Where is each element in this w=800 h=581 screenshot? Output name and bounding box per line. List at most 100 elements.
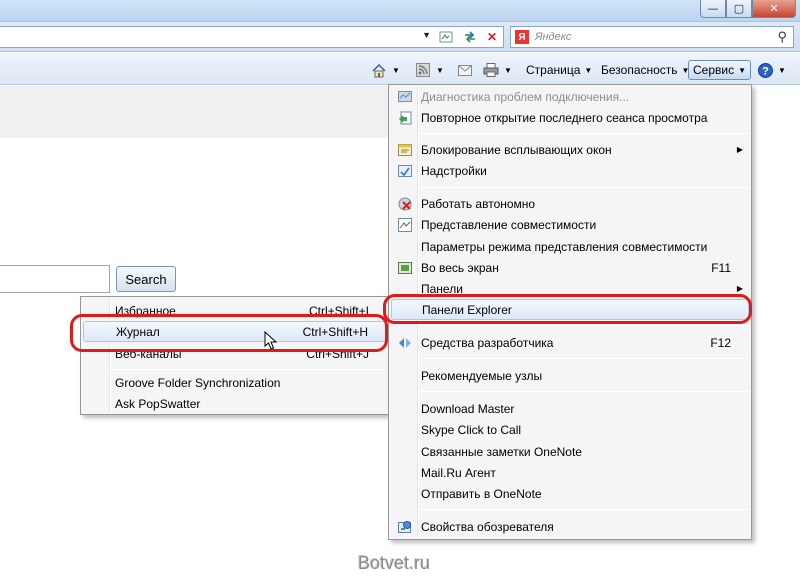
menu-item-compatibility-view[interactable]: Представление совместимости <box>391 214 749 235</box>
menu-item-reopen-session[interactable]: Повторное открытие последнего сеанса про… <box>391 107 749 128</box>
maximize-button[interactable]: ▢ <box>726 0 752 18</box>
home-button[interactable]: ▼ <box>370 60 400 80</box>
menu-item-label: Представление совместимости <box>421 217 597 232</box>
fullscreen-icon <box>397 260 413 276</box>
page-dropdown-icon: ▼ <box>584 65 593 75</box>
addons-icon <box>397 163 413 179</box>
command-bar: ▼ ▼ ▼ Страница ▼ Безопасность ▼ Сервис ▼ ? … <box>0 53 800 85</box>
menu-item-label: Отправить в OneNote <box>421 486 542 501</box>
compatibility-icon <box>397 217 413 233</box>
menu-item-work-offline[interactable]: Работать автономно <box>391 193 749 214</box>
menu-item-diagnostics: Диагностика проблем подключения... <box>391 86 749 107</box>
home-icon <box>370 62 388 78</box>
refresh-icon[interactable] <box>461 29 479 45</box>
print-button[interactable]: ▼ <box>482 60 512 80</box>
minimize-button[interactable]: — <box>700 0 726 18</box>
menu-separator <box>419 187 749 188</box>
help-button[interactable]: ? ▼ <box>756 60 786 80</box>
page-header-area <box>0 86 390 138</box>
menu-separator <box>419 509 749 510</box>
reopen-session-icon <box>397 110 413 126</box>
safety-menu-label: Безопасность <box>601 63 678 77</box>
menu-item-label: Рекомендуемые узлы <box>421 368 543 383</box>
menu-item-label: Диагностика проблем подключения... <box>421 89 630 104</box>
feeds-dropdown-icon[interactable]: ▼ <box>436 66 444 75</box>
mail-icon <box>456 62 474 78</box>
page-menu-button[interactable]: Страница ▼ <box>526 60 592 80</box>
help-dropdown-icon[interactable]: ▼ <box>778 66 786 75</box>
menu-separator <box>419 358 749 359</box>
menu-item-label: Параметры режима представления совместим… <box>421 239 708 254</box>
address-dropdown-icon[interactable]: ▼ <box>422 30 431 40</box>
menu-item-label: Skype Click to Call <box>421 422 522 437</box>
menu-item-label: Надстройки <box>421 163 487 178</box>
search-placeholder: Яндекс <box>535 31 572 43</box>
print-icon <box>482 62 500 78</box>
menu-item-label: Связанные заметки OneNote <box>421 444 582 459</box>
menu-item-mailru-agent[interactable]: Mail.Ru Агент <box>391 462 749 483</box>
highlight-oval-history <box>70 314 388 352</box>
menu-item-developer-tools[interactable]: Средства разработчика F12 <box>391 332 749 353</box>
popup-blocker-icon <box>397 142 413 158</box>
search-icon[interactable]: ⚲ <box>777 29 787 45</box>
menu-item-onenote-linked-notes[interactable]: Связанные заметки OneNote <box>391 441 749 462</box>
menu-item-label: Свойства обозревателя <box>421 519 554 534</box>
menu-item-label: Во весь экран <box>421 260 499 275</box>
address-row: ▼ ✕ Я Яндекс ⚲ <box>0 22 800 52</box>
menu-separator <box>111 369 387 370</box>
print-dropdown-icon[interactable]: ▼ <box>504 66 512 75</box>
mouse-cursor-icon <box>264 330 278 354</box>
close-window-button[interactable]: ✕ <box>752 0 796 18</box>
menu-item-compatibility-settings[interactable]: Параметры режима представления совместим… <box>391 236 749 257</box>
menu-separator <box>419 391 749 392</box>
menu-item-skype-click-to-call[interactable]: Skype Click to Call <box>391 419 749 440</box>
search-box[interactable]: Я Яндекс ⚲ <box>510 26 794 48</box>
menu-item-popup-blocker[interactable]: Блокирование всплывающих окон ▶ <box>391 139 749 160</box>
safety-menu-button[interactable]: Безопасность ▼ <box>601 60 689 80</box>
tools-menu-button[interactable]: Сервис ▼ <box>688 60 752 80</box>
offline-icon <box>397 196 413 212</box>
watermark: Botvet.ru <box>358 553 431 573</box>
help-glyph: ? <box>762 65 769 77</box>
stop-icon[interactable]: ✕ <box>483 29 501 45</box>
highlight-oval-explorer-bars <box>383 294 752 324</box>
menu-item-addons[interactable]: Надстройки <box>391 160 749 181</box>
site-search-button[interactable]: Search <box>116 266 176 292</box>
tools-dropdown-icon: ▼ <box>738 65 747 75</box>
title-bar: — ▢ ✕ <box>0 0 800 22</box>
menu-separator <box>419 325 749 326</box>
feeds-button[interactable]: ▼ <box>414 60 444 80</box>
page-menu-label: Страница <box>526 63 581 77</box>
menu-item-label: Mail.Ru Агент <box>421 465 496 480</box>
menu-item-send-to-onenote[interactable]: Отправить в OneNote <box>391 483 749 504</box>
menu-item-label: Средства разработчика <box>421 335 554 350</box>
menu-item-label: Повторное открытие последнего сеанса про… <box>421 110 708 125</box>
address-input[interactable]: ▼ ✕ <box>0 26 504 48</box>
menu-separator <box>419 133 749 134</box>
menu-item-download-master[interactable]: Download Master <box>391 398 749 419</box>
diagnostics-icon <box>397 89 413 105</box>
home-dropdown-icon[interactable]: ▼ <box>392 66 400 75</box>
menu-item-label: Groove Folder Synchronization <box>115 375 281 390</box>
menu-item-groove-sync[interactable]: Groove Folder Synchronization <box>83 372 387 393</box>
developer-tools-icon <box>397 335 413 351</box>
site-search-input[interactable] <box>0 265 110 293</box>
menu-item-label: Работать автономно <box>421 196 536 211</box>
menu-item-shortcut: F11 <box>711 260 731 275</box>
menu-item-internet-options[interactable]: Свойства обозревателя <box>391 516 749 537</box>
compatibility-view-icon[interactable] <box>437 29 455 45</box>
yandex-logo-icon: Я <box>515 30 529 44</box>
menu-item-suggested-sites[interactable]: Рекомендуемые узлы <box>391 365 749 386</box>
menu-item-fullscreen[interactable]: Во весь экран F11 <box>391 257 749 278</box>
feeds-icon <box>414 62 432 78</box>
menu-item-label: Download Master <box>421 401 515 416</box>
help-icon: ? <box>756 62 774 78</box>
internet-options-icon <box>397 519 413 535</box>
menu-item-shortcut: F12 <box>710 335 731 350</box>
menu-item-label: Ask PopSwatter <box>115 396 201 411</box>
read-mail-button[interactable] <box>456 60 474 80</box>
window-controls: — ▢ ✕ <box>700 0 796 18</box>
submenu-arrow-icon: ▶ <box>736 145 743 154</box>
menu-item-ask-popswatter[interactable]: Ask PopSwatter <box>83 393 387 414</box>
tools-menu-label: Сервис <box>693 63 735 77</box>
